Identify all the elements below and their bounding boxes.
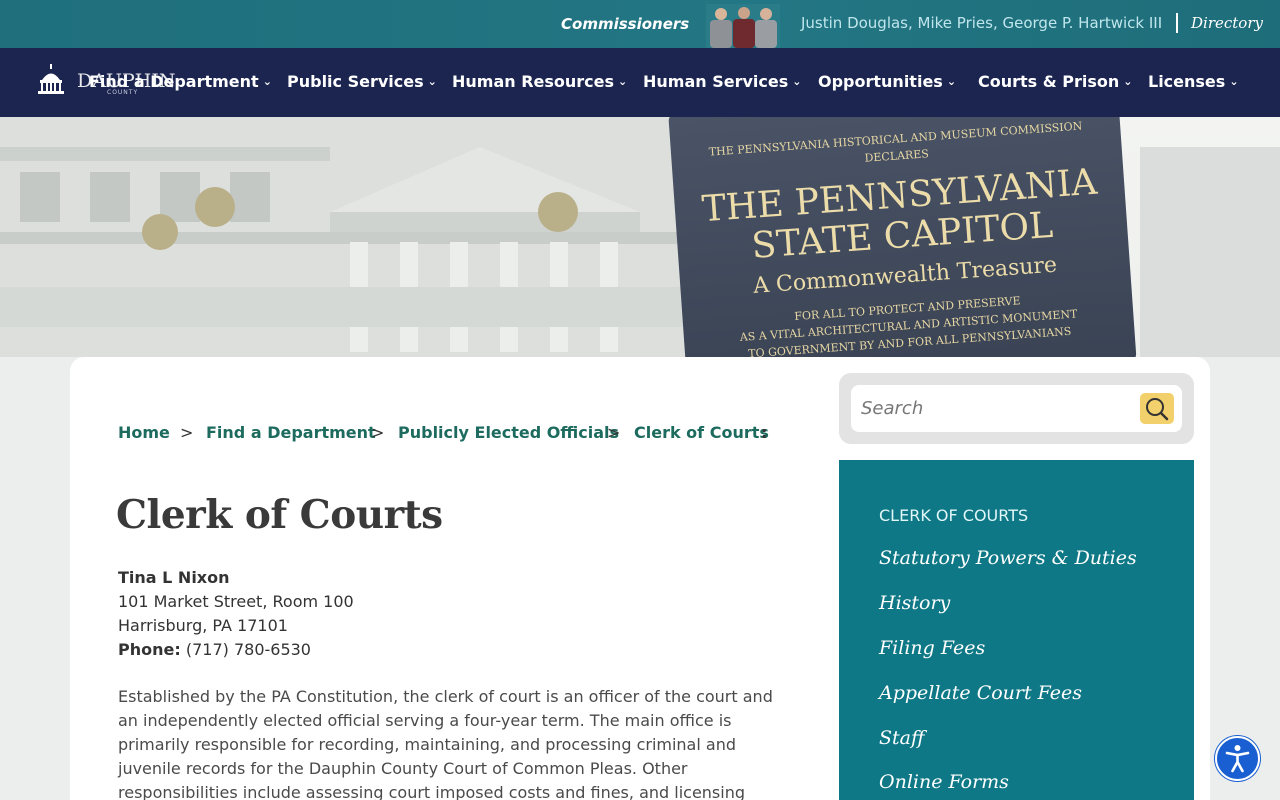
nav-human-services[interactable]: Human Services ⌄ xyxy=(643,72,801,91)
sidenav-current[interactable]: CLERK OF COURTS xyxy=(879,506,1028,525)
chevron-down-icon: ⌄ xyxy=(427,75,437,88)
top-bar: Commissioners Justin Douglas, Mike Pries… xyxy=(0,0,1280,48)
official-name: Tina L Nixon xyxy=(118,568,230,587)
chevron-down-icon: ⌄ xyxy=(792,75,802,88)
sidenav-link-online-forms[interactable]: Online Forms xyxy=(879,771,1009,793)
contact-info: Tina L Nixon 101 Market Street, Room 100… xyxy=(118,566,354,662)
search-icon xyxy=(1146,398,1169,421)
breadcrumb-find-a-department[interactable]: Find a Department xyxy=(206,423,376,442)
search-input[interactable] xyxy=(851,385,1182,432)
phone-label: Phone: xyxy=(118,640,181,659)
address-line-2: Harrisburg, PA 17101 xyxy=(118,616,288,635)
chevron-down-icon: ⌄ xyxy=(1123,75,1133,88)
accessibility-button[interactable] xyxy=(1215,736,1260,781)
accessibility-icon xyxy=(1225,745,1250,773)
breadcrumb-separator: > xyxy=(607,423,621,442)
topbar-divider xyxy=(1176,13,1178,33)
nav-opportunities[interactable]: Opportunities ⌄ xyxy=(818,72,956,91)
page-title: Clerk of Courts xyxy=(116,492,443,538)
nav-courts-prison[interactable]: Courts & Prison ⌄ xyxy=(978,72,1133,91)
address-line-1: 101 Market Street, Room 100 xyxy=(118,592,354,611)
breadcrumb-home[interactable]: Home xyxy=(118,423,170,442)
sidenav-link-appellate-court-fees[interactable]: Appellate Court Fees xyxy=(879,682,1082,704)
sidenav-link-history[interactable]: History xyxy=(879,592,950,614)
chevron-down-icon: ⌄ xyxy=(946,75,957,88)
nav-find-a-department[interactable]: Find a Department ⌄ xyxy=(89,72,272,91)
breadcrumb-trailing: : xyxy=(761,423,768,442)
sidenav-link-filing-fees[interactable]: Filing Fees xyxy=(879,637,985,659)
directory-link[interactable]: Directory xyxy=(1191,14,1263,32)
capitol-dome-logo-icon[interactable] xyxy=(36,64,66,96)
chevron-down-icon: ⌄ xyxy=(1229,75,1239,88)
breadcrumb-separator: > xyxy=(371,423,385,442)
chevron-down-icon: ⌄ xyxy=(262,75,272,88)
sidenav-link-statutory-powers[interactable]: Statutory Powers & Duties xyxy=(879,547,1137,569)
search-button[interactable] xyxy=(1140,393,1174,424)
nav-public-services[interactable]: Public Services ⌄ xyxy=(287,72,437,91)
sidenav-link-staff[interactable]: Staff xyxy=(879,727,924,749)
breadcrumb-publicly-elected-officials[interactable]: Publicly Elected Officials xyxy=(398,423,619,442)
commissioners-photo xyxy=(706,4,780,48)
breadcrumb-clerk-of-courts[interactable]: Clerk of Courts xyxy=(634,423,769,442)
chevron-down-icon: ⌄ xyxy=(618,75,628,88)
breadcrumb-separator: > xyxy=(180,423,194,442)
nav-human-resources[interactable]: Human Resources ⌄ xyxy=(452,72,627,91)
phone-number[interactable]: (717) 780-6530 xyxy=(186,640,311,659)
commissioners-label[interactable]: Commissioners xyxy=(561,15,689,33)
nav-licenses[interactable]: Licenses ⌄ xyxy=(1148,72,1239,91)
phone-row: Phone: (717) 780-6530 xyxy=(118,638,354,662)
office-description: Established by the PA Constitution, the … xyxy=(118,687,773,800)
commissioners-names[interactable]: Justin Douglas, Mike Pries, George P. Ha… xyxy=(801,14,1162,32)
